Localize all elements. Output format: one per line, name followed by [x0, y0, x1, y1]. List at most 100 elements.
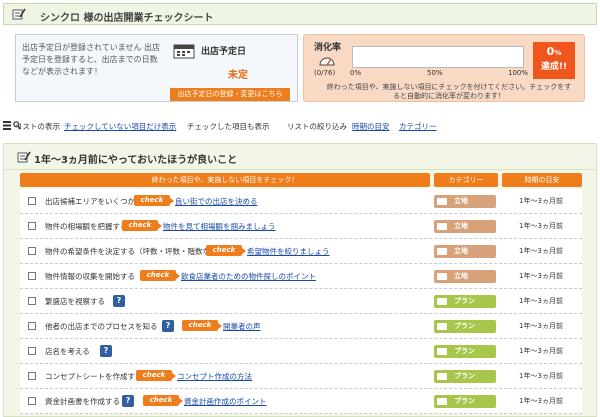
row-checkbox[interactable]: [28, 197, 36, 205]
category-badge-plan: プラン: [434, 320, 496, 333]
document-icon: [437, 373, 447, 380]
row-guide-link[interactable]: 飲食店業者のための物件探しのポイント: [181, 271, 316, 282]
list-filter-bar: リストの表示 チェックしていない項目だけ表示 チェックした項目も表示 リストの絞…: [3, 121, 597, 133]
row-checkbox[interactable]: [28, 247, 36, 255]
checklist-row: 店名を考える? プラン 1年～3ヵ月前: [20, 339, 582, 364]
page-title: シンクロ 様の出店開業チェックシート: [40, 13, 214, 24]
store-icon: [437, 198, 447, 205]
progress-label: 消化率: [314, 43, 342, 53]
document-icon: [437, 398, 447, 405]
pen-icon: [12, 8, 26, 20]
check-badge: check: [136, 370, 176, 381]
section-header: 1年～3ヵ月前にやっておいたほうが良いこと: [4, 144, 596, 170]
row-guide-link[interactable]: 物件を見て相場観を掴みましょう: [163, 221, 276, 232]
category-label: 立地: [454, 197, 468, 205]
row-time: 1年～3ヵ月前: [519, 322, 563, 330]
row-checkbox[interactable]: [28, 347, 36, 355]
calendar-icon: [173, 44, 195, 59]
category-label: プラン: [454, 397, 475, 405]
checklist-row: 物件の相場観を把握する check 物件を見て相場観を掴みましょう 立地 1年～3ヵ月前: [20, 214, 582, 239]
category-badge-plan: プラン: [434, 395, 496, 408]
row-time: 1年～3ヵ月前: [519, 272, 563, 280]
category-badge-location: 立地: [434, 195, 496, 208]
filter-unchecked-only-link[interactable]: チェックしていない項目だけ表示: [64, 121, 176, 132]
column-header-items: 終わった項目や、実施しない項目をチェック！: [20, 173, 430, 187]
row-guide-link[interactable]: 開業者の声: [223, 321, 261, 332]
row-label: 店名を考える: [45, 347, 90, 356]
category-label: プラン: [454, 372, 475, 380]
row-label: 資金計画書を作成する: [45, 397, 120, 406]
filter-category-link[interactable]: カテゴリー: [399, 121, 437, 132]
row-checkbox[interactable]: [28, 322, 36, 330]
opening-date-value: 未定: [228, 70, 248, 81]
document-icon: [437, 348, 447, 355]
check-badge: check: [206, 245, 246, 256]
no-date-message: 出店予定日が登録されていません 出店予定日を登録すると、出店までの日数などが表示…: [22, 43, 161, 76]
category-badge-location: 立地: [434, 270, 496, 283]
achievement-text: 達成!!: [540, 62, 568, 72]
filter-time-link[interactable]: 時期の目安: [352, 121, 390, 132]
category-badge-location: 立地: [434, 220, 496, 233]
pen-icon: [17, 151, 31, 163]
gauge-icon: [319, 57, 335, 66]
row-label: 物件の相場観を把握する: [45, 222, 128, 231]
category-badge-plan: プラン: [434, 345, 496, 358]
row-label: 他者の出店までのプロセスを知る: [45, 322, 158, 331]
row-checkbox[interactable]: [28, 397, 36, 405]
check-badge: check: [134, 195, 174, 206]
row-checkbox[interactable]: [28, 272, 36, 280]
progress-tick-50: 50%: [427, 69, 443, 77]
row-time: 1年～3ヵ月前: [519, 397, 563, 405]
help-icon[interactable]: ?: [113, 295, 125, 307]
row-label: 物件情報の収集を開始する: [45, 272, 135, 281]
row-checkbox[interactable]: [28, 222, 36, 230]
row-checkbox[interactable]: [28, 372, 36, 380]
check-badge: check: [143, 395, 183, 406]
checklist-row: 出店候補エリアをいくつか選定する check 良い街での出店を決める 立地 1年～3ヵ月…: [20, 189, 582, 214]
category-label: 立地: [454, 222, 468, 230]
check-badge: check: [140, 270, 180, 281]
row-time: 1年～3ヵ月前: [519, 197, 563, 205]
opening-date-label: 出店予定日: [201, 47, 247, 57]
store-icon: [437, 223, 447, 230]
progress-note: 終わった項目や、実施しない項目にチェックを付けてください。チェックをすると自動的…: [326, 83, 572, 100]
category-badge-plan: プラン: [434, 370, 496, 383]
row-time: 1年～3ヵ月前: [519, 297, 563, 305]
help-icon[interactable]: ?: [100, 345, 112, 357]
category-label: 立地: [454, 272, 468, 280]
narrow-label: リストの絞り込み: [287, 122, 347, 131]
row-time: 1年～3ヵ月前: [519, 222, 563, 230]
opening-date-panel: 出店予定日が登録されていません 出店予定日を登録すると、出店までの日数などが表示…: [15, 34, 298, 102]
column-header-category: カテゴリー: [434, 173, 498, 187]
checklist-row: 他者の出店までのプロセスを知る? check 開業者の声 プラン 1年～3ヵ月前: [20, 314, 582, 339]
row-time: 1年～3ヵ月前: [519, 247, 563, 255]
list-icon: [3, 121, 11, 130]
row-time: 1年～3ヵ月前: [519, 347, 563, 355]
category-label: 立地: [454, 247, 468, 255]
help-icon[interactable]: ?: [162, 320, 174, 332]
row-checkbox[interactable]: [28, 297, 36, 305]
progress-tick-0: 0%: [350, 69, 362, 77]
checklist-row: 物件情報の収集を開始する check 飲食店業者のための物件探しのポイント 立地 1年～…: [20, 264, 582, 289]
category-badge-location: 立地: [434, 245, 496, 258]
document-icon: [437, 323, 447, 330]
row-guide-link[interactable]: 資金計画作成のポイント: [184, 396, 267, 407]
opening-date-edit-button[interactable]: 出店予定日の登録・変更はこちら: [170, 88, 290, 101]
check-badge: check: [122, 220, 162, 231]
help-icon[interactable]: ?: [122, 395, 134, 407]
progress-tick-100: 100%: [508, 69, 529, 77]
filter-show-checked: チェックした項目も表示: [187, 122, 270, 131]
checklist-row: コンセプトシートを作成する check コンセプト作成の方法 プラン 1年～3ヵ月前: [20, 364, 582, 389]
row-guide-link[interactable]: 良い街での出店を決める: [175, 196, 258, 207]
checklist-row: 物件の希望条件を決定する（坪数・坪数・階数など） check 希望物件を絞りましょう…: [20, 239, 582, 264]
row-time: 1年～3ヵ月前: [519, 372, 563, 380]
row-guide-link[interactable]: コンセプト作成の方法: [177, 371, 252, 382]
progress-bar: [352, 46, 524, 68]
row-guide-link[interactable]: 希望物件を絞りましょう: [247, 246, 330, 257]
category-label: プラン: [454, 297, 475, 305]
list-display-label: リストの表示: [15, 122, 60, 131]
category-badge-plan: プラン: [434, 295, 496, 308]
store-icon: [437, 273, 447, 280]
category-label: プラン: [454, 347, 475, 355]
checklist-row: 繁盛店を視察する? プラン 1年～3ヵ月前: [20, 289, 582, 314]
